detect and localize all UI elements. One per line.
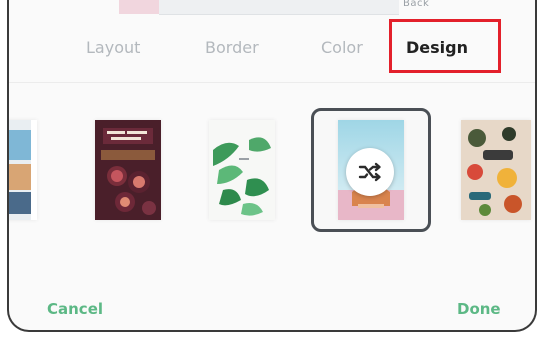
shuffle-icon — [358, 162, 381, 182]
previous-content-accent — [119, 0, 159, 14]
tab-layout[interactable]: Layout — [86, 38, 140, 57]
green-leaves-design-image — [209, 120, 275, 220]
tab-design-highlight — [389, 19, 501, 73]
done-button[interactable]: Done — [457, 300, 501, 318]
fruits-design-image — [461, 120, 531, 220]
tab-color[interactable]: Color — [321, 38, 363, 57]
figs-design-thumbnail[interactable] — [95, 120, 161, 220]
design-panel: Back Layout Border Color Design Cancel D… — [7, 0, 537, 332]
cancel-button[interactable]: Cancel — [47, 300, 103, 318]
top-strip-label[interactable]: Back — [403, 0, 429, 9]
partial-design-image — [9, 120, 37, 220]
tabs-divider — [9, 82, 535, 83]
previous-content-strip — [119, 0, 399, 15]
design-carousel[interactable] — [9, 108, 535, 238]
shuffle-button[interactable] — [346, 148, 394, 196]
partial-design-thumbnail[interactable] — [9, 120, 37, 220]
figs-design-image — [95, 120, 161, 220]
fruits-design-thumbnail[interactable] — [461, 120, 531, 220]
tab-border[interactable]: Border — [205, 38, 259, 57]
green-leaves-design-thumbnail[interactable] — [209, 120, 275, 220]
